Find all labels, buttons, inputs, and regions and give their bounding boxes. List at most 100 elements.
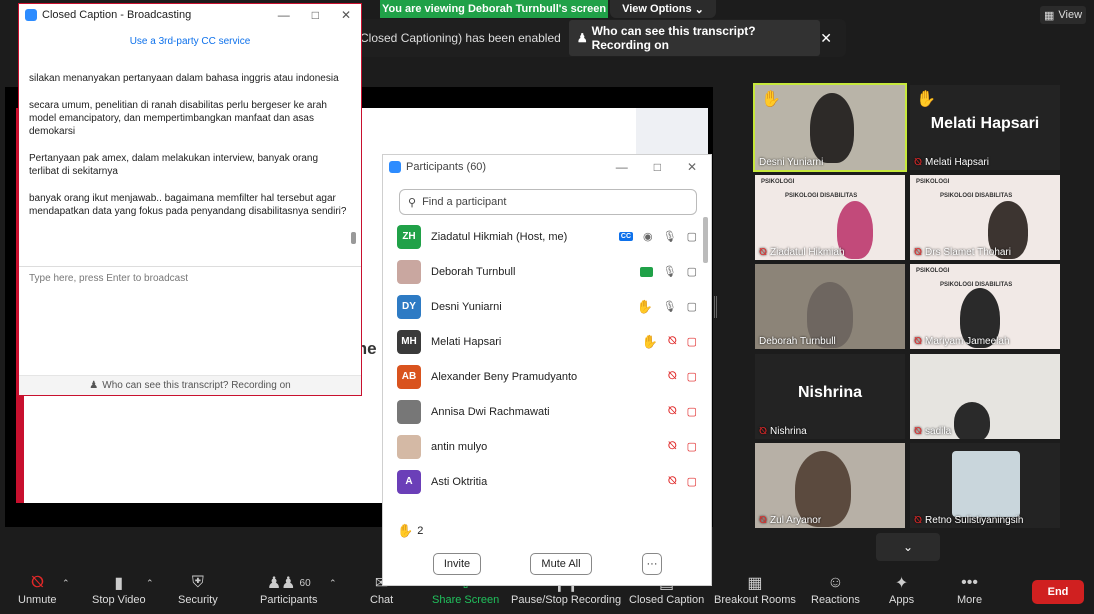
participant-search-input[interactable]: ⚲ Find a participant: [399, 189, 697, 215]
participants-scrollbar[interactable]: [703, 217, 708, 263]
cc-who-can-see-button[interactable]: ♟ Who can see this transcript? Recording …: [568, 20, 821, 56]
mic-muted-icon[interactable]: ⦰: [668, 335, 677, 348]
view-button[interactable]: ▦ View: [1040, 6, 1086, 24]
close-icon[interactable]: ✕: [820, 30, 832, 47]
record-icon: ◉: [643, 231, 653, 243]
minimize-icon[interactable]: —: [616, 160, 628, 174]
mic-muted-icon[interactable]: ⦰: [668, 440, 677, 453]
minimize-icon[interactable]: —: [278, 8, 290, 22]
mic-muted-icon[interactable]: ⦰: [668, 475, 677, 488]
participant-photo: [952, 451, 1020, 517]
tile-name: ⦰ Zul Aryanor: [759, 515, 821, 526]
third-party-cc-link[interactable]: Use a 3rd-party CC service: [19, 36, 361, 47]
breakout-rooms-button[interactable]: ▦ Breakout Rooms: [714, 572, 796, 606]
invite-button[interactable]: Invite: [433, 553, 481, 575]
view-options-button[interactable]: View Options ⌄: [610, 0, 716, 18]
cc-broadcast-input[interactable]: Type here, press Enter to broadcast: [29, 273, 188, 284]
video-tile[interactable]: Nishrina ⦰ Nishrina: [755, 354, 905, 439]
avatar: [397, 259, 421, 284]
cc-footer[interactable]: ♟ Who can see this transcript? Recording …: [19, 375, 361, 395]
cc-scrollbar[interactable]: [351, 232, 356, 244]
breakout-label: Breakout Rooms: [714, 594, 796, 606]
video-tile[interactable]: PSIKOLOGI PSIKOLOGI DISABILITAS ⦰ Drs Sla…: [910, 175, 1060, 260]
chevron-up-icon[interactable]: ⌃: [62, 578, 70, 589]
end-meeting-button[interactable]: End: [1032, 580, 1084, 604]
avatar: [397, 399, 421, 424]
camera-off-icon[interactable]: ▢: [687, 370, 697, 383]
participant-row[interactable]: MH Melati Hapsari ✋ ⦰ ▢: [397, 324, 697, 359]
video-tile[interactable]: ⦰ Retno Sulistiyaningsih: [910, 443, 1060, 528]
mic-muted-icon: ⦰: [914, 336, 923, 347]
camera-icon[interactable]: ▢: [687, 300, 697, 313]
more-button[interactable]: ••• More: [957, 572, 982, 606]
video-tile[interactable]: PSIKOLOGI PSIKOLOGI DISABILITAS ⦰ Ziadatu…: [755, 175, 905, 260]
participant-name: Asti Oktritia: [431, 475, 488, 488]
video-tile[interactable]: ⦰ Zul Aryanor: [755, 443, 905, 528]
chevron-down-icon: ⌄: [902, 540, 914, 554]
participant-video: [954, 402, 990, 439]
chevron-up-icon[interactable]: ⌃: [329, 578, 337, 589]
tile-name: ⦰ Mariyam Jameelah: [914, 336, 1010, 347]
cc-icon: CC: [618, 232, 634, 241]
camera-off-icon[interactable]: ▢: [687, 475, 697, 488]
participant-row[interactable]: ZH Ziadatul Hikmiah (Host, me) CC ◉ 🎙 ▢: [397, 219, 697, 254]
camera-icon[interactable]: ▢: [687, 230, 697, 243]
maximize-icon[interactable]: □: [312, 8, 319, 22]
camera-off-icon[interactable]: ▢: [687, 335, 697, 348]
close-icon[interactable]: ✕: [341, 8, 351, 22]
mic-icon[interactable]: 🎙: [663, 300, 677, 313]
participant-row[interactable]: AB Alexander Beny Pramudyanto ⦰ ▢: [397, 359, 697, 394]
cc-divider: [19, 266, 361, 267]
video-tile[interactable]: ⦰ sadila: [910, 354, 1060, 439]
unmute-label: Unmute: [18, 594, 57, 606]
participant-row[interactable]: antin mulyo ⦰ ▢: [397, 429, 697, 464]
mute-all-button[interactable]: Mute All: [530, 553, 592, 575]
gallery-collapse-button[interactable]: ⌄: [876, 533, 940, 561]
tile-name-label: Desni Yuniarni: [759, 157, 824, 168]
video-tile[interactable]: Deborah Turnbull: [755, 264, 905, 349]
camera-icon[interactable]: ▢: [687, 265, 697, 278]
tile-name: ⦰ Drs Slamet Thohari: [914, 247, 1011, 258]
tile-name-label: Zul Aryanor: [770, 515, 822, 526]
participant-row[interactable]: Annisa Dwi Rachmawati ⦰ ▢: [397, 394, 697, 429]
participant-row[interactable]: DY Desni Yuniarni ✋ 🎙 ▢: [397, 289, 697, 324]
participants-titlebar: Participants (60) — □ ✕: [383, 155, 711, 179]
participants-icon: ♟♟ 60: [266, 575, 311, 592]
view-options-label: View Options: [622, 3, 692, 15]
tile-name: ⦰ sadila: [914, 426, 951, 437]
camera-off-icon[interactable]: ▢: [687, 440, 697, 453]
mic-muted-icon: ⦰: [759, 247, 768, 258]
mic-icon[interactable]: 🎙: [663, 265, 677, 278]
maximize-icon[interactable]: □: [654, 160, 661, 174]
closed-caption-window: Closed Caption - Broadcasting — □ ✕ Use …: [18, 3, 362, 396]
shield-icon: ⛨: [191, 574, 204, 591]
splitter-handle[interactable]: [714, 296, 717, 318]
participants-button[interactable]: ♟♟ 60 Participants: [260, 572, 317, 606]
zoom-logo-icon: [25, 9, 37, 21]
participants-window-title: Participants (60): [406, 161, 487, 173]
camera-off-icon[interactable]: ▢: [687, 405, 697, 418]
video-tile[interactable]: PSIKOLOGI PSIKOLOGI DISABILITAS ⦰ Mariyam…: [910, 264, 1060, 349]
slide-heading: PSIKOLOGI DISABILITAS: [785, 193, 858, 199]
mic-muted-icon[interactable]: ⦰: [668, 370, 677, 383]
unmute-button[interactable]: ⦰ Unmute: [18, 572, 57, 606]
video-tile[interactable]: ✋ Desni Yuniarni: [753, 83, 907, 172]
slide-tag: PSIKOLOGI: [761, 179, 795, 185]
participant-row[interactable]: Deborah Turnbull 🎙 ▢: [397, 254, 697, 289]
reactions-button[interactable]: ☺ Reactions: [811, 572, 860, 606]
chevron-up-icon[interactable]: ⌃: [146, 578, 154, 589]
mic-icon[interactable]: 🎙: [663, 230, 677, 243]
stop-video-button[interactable]: ▮ Stop Video: [92, 572, 146, 606]
apps-label: Apps: [889, 594, 915, 606]
close-icon[interactable]: ✕: [687, 160, 697, 174]
mic-muted-icon[interactable]: ⦰: [668, 405, 677, 418]
video-tile[interactable]: ✋ Melati Hapsari ⦰ Melati Hapsari: [910, 85, 1060, 170]
slide-heading: PSIKOLOGI DISABILITAS: [940, 282, 1013, 288]
apps-button[interactable]: ✦ Apps: [889, 572, 914, 606]
participant-row[interactable]: A Asti Oktritia ⦰ ▢: [397, 464, 697, 499]
more-options-button[interactable]: ···: [642, 553, 662, 575]
avatar: ZH: [397, 224, 421, 249]
tile-big-name: Melati Hapsari: [930, 115, 1040, 132]
avatar: AB: [397, 364, 421, 389]
security-button[interactable]: ⛨ Security: [178, 572, 218, 606]
